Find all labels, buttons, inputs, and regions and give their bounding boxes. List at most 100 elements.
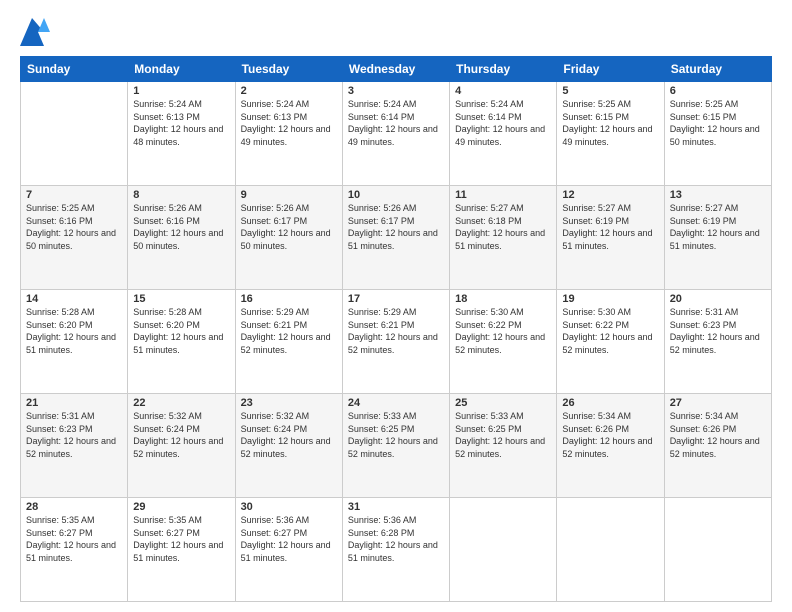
col-header-tuesday: Tuesday (235, 57, 342, 82)
calendar-cell (21, 82, 128, 186)
calendar-table: SundayMondayTuesdayWednesdayThursdayFrid… (20, 56, 772, 602)
col-header-monday: Monday (128, 57, 235, 82)
day-number: 10 (348, 189, 444, 201)
day-number: 26 (562, 397, 658, 409)
day-info: Sunrise: 5:28 AMSunset: 6:20 PMDaylight:… (26, 306, 122, 356)
calendar-cell: 26Sunrise: 5:34 AMSunset: 6:26 PMDayligh… (557, 394, 664, 498)
day-number: 14 (26, 293, 122, 305)
day-number: 12 (562, 189, 658, 201)
header (20, 18, 772, 46)
day-info: Sunrise: 5:30 AMSunset: 6:22 PMDaylight:… (455, 306, 551, 356)
calendar-cell: 1Sunrise: 5:24 AMSunset: 6:13 PMDaylight… (128, 82, 235, 186)
calendar-cell: 8Sunrise: 5:26 AMSunset: 6:16 PMDaylight… (128, 186, 235, 290)
day-info: Sunrise: 5:33 AMSunset: 6:25 PMDaylight:… (455, 410, 551, 460)
day-info: Sunrise: 5:29 AMSunset: 6:21 PMDaylight:… (241, 306, 337, 356)
day-number: 21 (26, 397, 122, 409)
day-info: Sunrise: 5:26 AMSunset: 6:17 PMDaylight:… (241, 202, 337, 252)
day-info: Sunrise: 5:27 AMSunset: 6:19 PMDaylight:… (670, 202, 766, 252)
day-number: 4 (455, 85, 551, 97)
calendar-cell: 28Sunrise: 5:35 AMSunset: 6:27 PMDayligh… (21, 498, 128, 602)
calendar-cell: 13Sunrise: 5:27 AMSunset: 6:19 PMDayligh… (664, 186, 771, 290)
day-number: 31 (348, 501, 444, 513)
calendar-cell: 17Sunrise: 5:29 AMSunset: 6:21 PMDayligh… (342, 290, 449, 394)
day-number: 1 (133, 85, 229, 97)
calendar-cell: 18Sunrise: 5:30 AMSunset: 6:22 PMDayligh… (450, 290, 557, 394)
day-number: 15 (133, 293, 229, 305)
day-info: Sunrise: 5:24 AMSunset: 6:13 PMDaylight:… (133, 98, 229, 148)
calendar-cell: 6Sunrise: 5:25 AMSunset: 6:15 PMDaylight… (664, 82, 771, 186)
day-info: Sunrise: 5:33 AMSunset: 6:25 PMDaylight:… (348, 410, 444, 460)
col-header-wednesday: Wednesday (342, 57, 449, 82)
week-row-3: 14Sunrise: 5:28 AMSunset: 6:20 PMDayligh… (21, 290, 772, 394)
day-number: 8 (133, 189, 229, 201)
calendar-cell: 27Sunrise: 5:34 AMSunset: 6:26 PMDayligh… (664, 394, 771, 498)
day-number: 24 (348, 397, 444, 409)
day-info: Sunrise: 5:35 AMSunset: 6:27 PMDaylight:… (26, 514, 122, 564)
day-info: Sunrise: 5:27 AMSunset: 6:19 PMDaylight:… (562, 202, 658, 252)
calendar-cell: 20Sunrise: 5:31 AMSunset: 6:23 PMDayligh… (664, 290, 771, 394)
calendar-cell: 24Sunrise: 5:33 AMSunset: 6:25 PMDayligh… (342, 394, 449, 498)
calendar-cell: 31Sunrise: 5:36 AMSunset: 6:28 PMDayligh… (342, 498, 449, 602)
calendar-header-row: SundayMondayTuesdayWednesdayThursdayFrid… (21, 57, 772, 82)
day-info: Sunrise: 5:34 AMSunset: 6:26 PMDaylight:… (670, 410, 766, 460)
calendar-cell: 7Sunrise: 5:25 AMSunset: 6:16 PMDaylight… (21, 186, 128, 290)
calendar-cell: 21Sunrise: 5:31 AMSunset: 6:23 PMDayligh… (21, 394, 128, 498)
day-info: Sunrise: 5:36 AMSunset: 6:28 PMDaylight:… (348, 514, 444, 564)
day-number: 18 (455, 293, 551, 305)
day-number: 7 (26, 189, 122, 201)
calendar-cell: 11Sunrise: 5:27 AMSunset: 6:18 PMDayligh… (450, 186, 557, 290)
day-number: 9 (241, 189, 337, 201)
day-info: Sunrise: 5:32 AMSunset: 6:24 PMDaylight:… (241, 410, 337, 460)
calendar-cell: 19Sunrise: 5:30 AMSunset: 6:22 PMDayligh… (557, 290, 664, 394)
calendar-cell: 16Sunrise: 5:29 AMSunset: 6:21 PMDayligh… (235, 290, 342, 394)
col-header-saturday: Saturday (664, 57, 771, 82)
day-info: Sunrise: 5:27 AMSunset: 6:18 PMDaylight:… (455, 202, 551, 252)
day-info: Sunrise: 5:24 AMSunset: 6:14 PMDaylight:… (348, 98, 444, 148)
calendar-cell: 4Sunrise: 5:24 AMSunset: 6:14 PMDaylight… (450, 82, 557, 186)
col-header-friday: Friday (557, 57, 664, 82)
day-number: 25 (455, 397, 551, 409)
week-row-2: 7Sunrise: 5:25 AMSunset: 6:16 PMDaylight… (21, 186, 772, 290)
calendar-cell: 10Sunrise: 5:26 AMSunset: 6:17 PMDayligh… (342, 186, 449, 290)
day-number: 20 (670, 293, 766, 305)
day-number: 19 (562, 293, 658, 305)
day-number: 11 (455, 189, 551, 201)
day-number: 3 (348, 85, 444, 97)
calendar-cell: 22Sunrise: 5:32 AMSunset: 6:24 PMDayligh… (128, 394, 235, 498)
calendar-cell: 14Sunrise: 5:28 AMSunset: 6:20 PMDayligh… (21, 290, 128, 394)
day-info: Sunrise: 5:31 AMSunset: 6:23 PMDaylight:… (670, 306, 766, 356)
day-info: Sunrise: 5:26 AMSunset: 6:16 PMDaylight:… (133, 202, 229, 252)
day-number: 29 (133, 501, 229, 513)
day-info: Sunrise: 5:25 AMSunset: 6:15 PMDaylight:… (562, 98, 658, 148)
calendar-cell: 9Sunrise: 5:26 AMSunset: 6:17 PMDaylight… (235, 186, 342, 290)
logo-icon (20, 18, 50, 46)
day-number: 22 (133, 397, 229, 409)
week-row-1: 1Sunrise: 5:24 AMSunset: 6:13 PMDaylight… (21, 82, 772, 186)
day-number: 23 (241, 397, 337, 409)
calendar-cell: 3Sunrise: 5:24 AMSunset: 6:14 PMDaylight… (342, 82, 449, 186)
day-info: Sunrise: 5:31 AMSunset: 6:23 PMDaylight:… (26, 410, 122, 460)
day-number: 13 (670, 189, 766, 201)
week-row-4: 21Sunrise: 5:31 AMSunset: 6:23 PMDayligh… (21, 394, 772, 498)
calendar-cell: 23Sunrise: 5:32 AMSunset: 6:24 PMDayligh… (235, 394, 342, 498)
col-header-sunday: Sunday (21, 57, 128, 82)
day-number: 16 (241, 293, 337, 305)
day-info: Sunrise: 5:24 AMSunset: 6:14 PMDaylight:… (455, 98, 551, 148)
day-number: 6 (670, 85, 766, 97)
day-number: 27 (670, 397, 766, 409)
day-info: Sunrise: 5:29 AMSunset: 6:21 PMDaylight:… (348, 306, 444, 356)
day-number: 5 (562, 85, 658, 97)
calendar-cell: 2Sunrise: 5:24 AMSunset: 6:13 PMDaylight… (235, 82, 342, 186)
day-info: Sunrise: 5:34 AMSunset: 6:26 PMDaylight:… (562, 410, 658, 460)
day-number: 2 (241, 85, 337, 97)
col-header-thursday: Thursday (450, 57, 557, 82)
calendar-cell: 29Sunrise: 5:35 AMSunset: 6:27 PMDayligh… (128, 498, 235, 602)
page: SundayMondayTuesdayWednesdayThursdayFrid… (0, 0, 792, 612)
calendar-cell: 15Sunrise: 5:28 AMSunset: 6:20 PMDayligh… (128, 290, 235, 394)
day-info: Sunrise: 5:30 AMSunset: 6:22 PMDaylight:… (562, 306, 658, 356)
day-info: Sunrise: 5:24 AMSunset: 6:13 PMDaylight:… (241, 98, 337, 148)
week-row-5: 28Sunrise: 5:35 AMSunset: 6:27 PMDayligh… (21, 498, 772, 602)
day-info: Sunrise: 5:26 AMSunset: 6:17 PMDaylight:… (348, 202, 444, 252)
day-info: Sunrise: 5:32 AMSunset: 6:24 PMDaylight:… (133, 410, 229, 460)
calendar-cell: 5Sunrise: 5:25 AMSunset: 6:15 PMDaylight… (557, 82, 664, 186)
